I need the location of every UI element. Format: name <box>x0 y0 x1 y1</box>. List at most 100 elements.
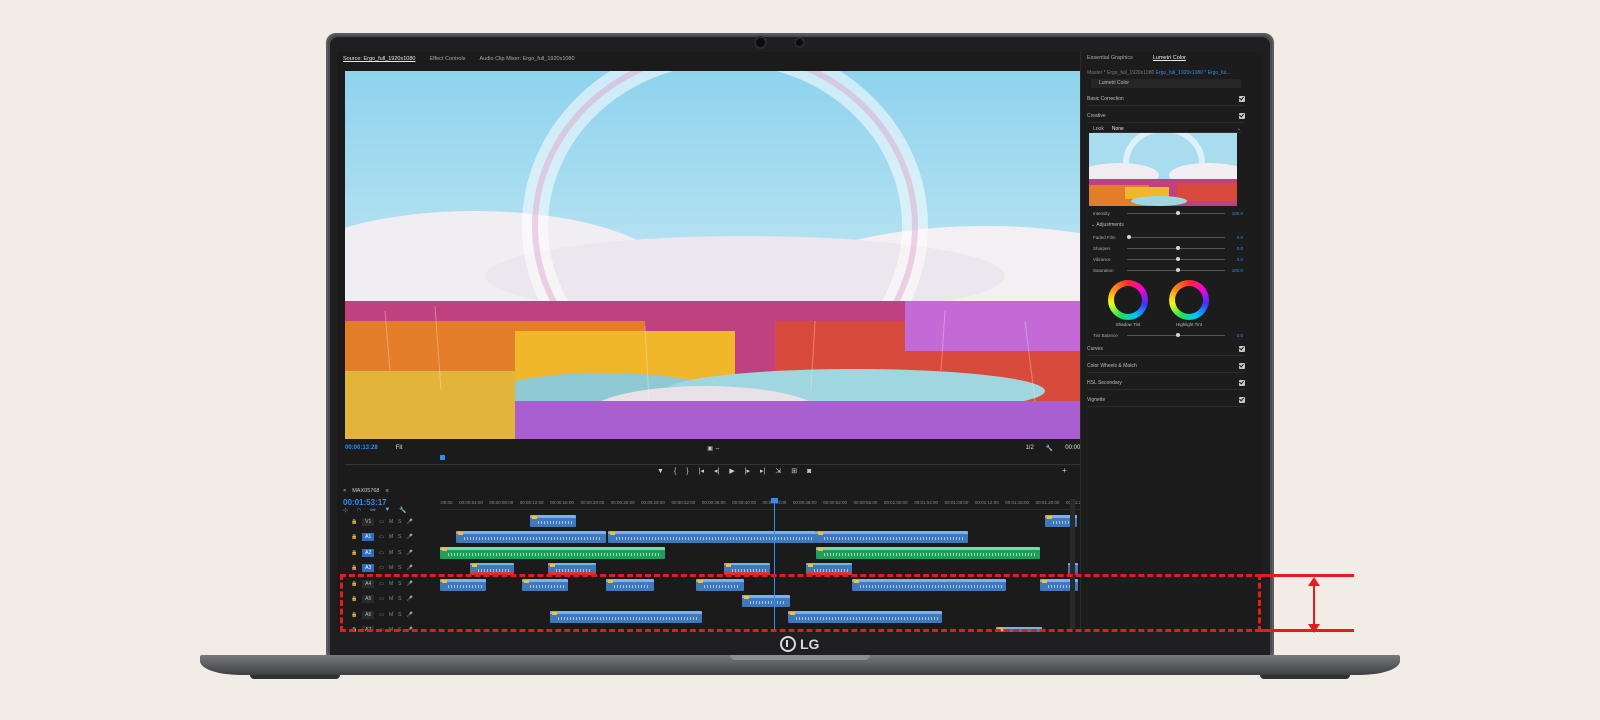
toggle-output-icon[interactable]: ▭ <box>379 519 384 525</box>
section-vignette[interactable]: Vignette <box>1087 393 1245 407</box>
viewer-playhead[interactable] <box>440 455 445 460</box>
wrench-icon[interactable]: 🔧 <box>1046 445 1053 452</box>
mute-icon[interactable]: M <box>389 519 393 525</box>
slider-knob[interactable] <box>1176 267 1180 272</box>
add-marker-icon[interactable]: ▼ <box>384 507 390 514</box>
tab-source[interactable]: Source: Ergo_full_1920x1080 <box>343 56 415 62</box>
go-out-icon[interactable]: ▸| <box>760 467 765 475</box>
section-basic-correction[interactable]: Basic Correction <box>1087 92 1245 106</box>
slider-knob[interactable] <box>1176 332 1180 337</box>
checkbox-icon[interactable] <box>1239 112 1245 119</box>
lock-icon[interactable]: 🔒 <box>351 519 357 525</box>
toggle-output-icon[interactable]: ▭ <box>379 534 384 540</box>
slider-knob[interactable] <box>1176 245 1180 250</box>
tint-balance-slider[interactable]: Tint Balance 0.0 <box>1093 331 1243 339</box>
checkbox-icon[interactable] <box>1239 345 1245 352</box>
nest-icon[interactable]: ⊹ <box>343 507 348 514</box>
adjustments-header[interactable]: ⌄ Adjustments <box>1091 222 1124 228</box>
overwrite-icon[interactable]: ⊞ <box>791 467 797 475</box>
lock-icon[interactable]: 🔒 <box>351 550 357 556</box>
export-frame-icon[interactable]: ◙ <box>807 468 811 475</box>
mic-icon[interactable]: 🎤 <box>406 550 412 556</box>
checkbox-icon[interactable] <box>1239 362 1245 369</box>
toggle-output-icon[interactable]: ▭ <box>379 550 384 556</box>
slider-value[interactable]: 100.0 <box>1231 268 1243 273</box>
timeline-clip[interactable] <box>530 515 576 527</box>
timeline-playhead-handle[interactable] <box>771 498 778 503</box>
slider-value[interactable]: 100.0 <box>1231 211 1243 216</box>
zoom-select[interactable]: Fit <box>396 445 403 451</box>
solo-icon[interactable]: S <box>398 534 401 540</box>
timeline-clip[interactable] <box>440 547 665 559</box>
timeline-ruler[interactable]: :00:00 00:00:04:00 00:00:08:00 00:00:12:… <box>440 500 1090 510</box>
mic-icon[interactable]: 🎤 <box>406 534 412 540</box>
slider-knob[interactable] <box>1127 234 1131 239</box>
intensity-slider[interactable]: Intensity 100.0 <box>1093 209 1243 217</box>
timeline-clip[interactable] <box>816 531 968 543</box>
snap-icon[interactable]: ∩ <box>357 507 361 514</box>
slider-track[interactable] <box>1127 210 1225 215</box>
tab-lumetri-color[interactable]: Lumetri Color <box>1153 55 1186 61</box>
track-name[interactable]: A3 <box>362 564 375 573</box>
step-forward-icon[interactable]: |▸ <box>745 467 750 475</box>
shadow-tint-wheel[interactable] <box>1108 280 1148 320</box>
slider-value[interactable]: 0.0 <box>1231 246 1243 251</box>
mic-icon[interactable]: 🎤 <box>406 519 412 525</box>
solo-icon[interactable]: S <box>398 519 401 525</box>
vibrance-slider[interactable]: Vibrance 0.0 <box>1093 255 1243 263</box>
slider-value[interactable]: 0.0 <box>1231 235 1243 240</box>
linked-icon[interactable]: ⚯ <box>370 507 375 514</box>
in-icon[interactable]: { <box>674 468 676 475</box>
mute-icon[interactable]: M <box>389 534 393 540</box>
active-clip-label[interactable]: Ergo_full_1920x1080 * Ergo_ful... <box>1156 70 1231 76</box>
slider-track[interactable] <box>1127 256 1225 261</box>
track-name[interactable]: A2 <box>362 548 375 557</box>
slider-value[interactable]: 0.0 <box>1231 257 1243 262</box>
viewer-time-ruler[interactable] <box>345 455 1097 465</box>
add-icon[interactable]: + <box>1062 466 1067 475</box>
slider-value[interactable]: 0.0 <box>1231 333 1243 338</box>
mic-icon[interactable]: 🎤 <box>406 565 412 571</box>
sequence-tab[interactable]: MAX05768 <box>352 488 379 494</box>
track-name[interactable]: A1 <box>362 533 375 542</box>
tab-audio-clip-mixer[interactable]: Audio Clip Mixer: Ergo_full_1920x1080 <box>479 56 574 62</box>
slider-track[interactable] <box>1127 332 1225 337</box>
timeline-clip[interactable] <box>816 547 1040 559</box>
slider-track[interactable] <box>1127 245 1225 250</box>
timeline-timecode[interactable]: 00:01:53:17 <box>343 498 387 507</box>
faded-film-slider[interactable]: Faded Film 0.0 <box>1093 233 1243 241</box>
mute-icon[interactable]: M <box>389 565 393 571</box>
play-icon[interactable]: ▶ <box>729 467 734 475</box>
go-in-icon[interactable]: |◂ <box>699 467 704 475</box>
section-creative[interactable]: Creative <box>1087 109 1245 123</box>
section-hsl-secondary[interactable]: HSL Secondary <box>1087 376 1245 390</box>
timeline-clip[interactable] <box>608 531 816 543</box>
effect-select[interactable]: Lumetri Color <box>1091 79 1241 88</box>
slider-knob[interactable] <box>1176 210 1180 215</box>
look-select[interactable]: None <box>1112 126 1124 132</box>
marker-icon[interactable]: ▼ <box>657 468 664 475</box>
slider-knob[interactable] <box>1176 256 1180 261</box>
tab-effect-controls[interactable]: Effect Controls <box>429 56 465 62</box>
section-color-wheels[interactable]: Color Wheels & Match <box>1087 359 1245 373</box>
tab-essential-graphics[interactable]: Essential Graphics <box>1087 55 1133 61</box>
close-icon[interactable]: × <box>343 488 346 494</box>
sharpen-slider[interactable]: Sharpen 0.0 <box>1093 244 1243 252</box>
out-icon[interactable]: } <box>686 468 688 475</box>
section-curves[interactable]: Curves <box>1087 342 1245 356</box>
timeline-settings-icon[interactable]: 🔧 <box>399 507 406 514</box>
resolution-select[interactable]: 1/2 <box>1025 445 1033 451</box>
lock-icon[interactable]: 🔒 <box>351 534 357 540</box>
slider-track[interactable] <box>1127 234 1225 239</box>
checkbox-icon[interactable] <box>1239 95 1245 102</box>
menu-icon[interactable]: ≡ <box>385 488 388 494</box>
settings-icon[interactable]: ▣ ⇔ <box>707 445 720 452</box>
saturation-slider[interactable]: Saturation 100.0 <box>1093 266 1243 274</box>
insert-icon[interactable]: ⇲ <box>775 467 781 475</box>
track-name[interactable]: V1 <box>362 517 375 526</box>
step-back-icon[interactable]: ◂| <box>714 467 719 475</box>
timeline-clip[interactable] <box>456 531 606 543</box>
chevron-down-icon[interactable]: ⌄ <box>1237 126 1241 132</box>
lock-icon[interactable]: 🔒 <box>351 565 357 571</box>
toggle-output-icon[interactable]: ▭ <box>379 565 384 571</box>
